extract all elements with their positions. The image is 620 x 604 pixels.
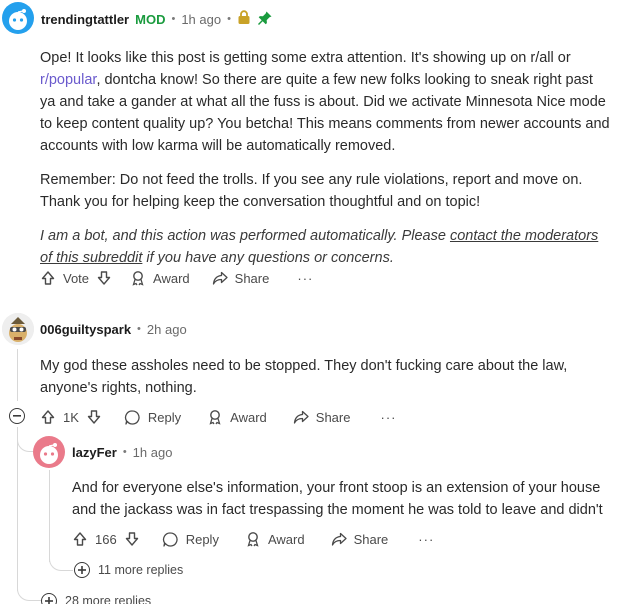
reply-icon <box>162 531 179 548</box>
upvote-icon[interactable] <box>40 409 56 425</box>
more-options-button[interactable]: ··· <box>297 271 313 286</box>
comment-body: And for everyone else's information, you… <box>72 477 612 533</box>
share-button[interactable]: Share <box>331 531 389 547</box>
comment-paragraph: Remember: Do not feed the trolls. If you… <box>40 172 583 210</box>
separator: • <box>137 323 141 335</box>
comment-actions: 1K Reply Award Share ··· <box>40 405 396 429</box>
upvote-icon[interactable] <box>72 531 88 547</box>
vote-count: 166 <box>95 531 117 547</box>
comment-actions: Vote Award Share ··· <box>40 266 313 290</box>
collapse-icon[interactable] <box>9 408 25 424</box>
comment-paragraph: Ope! It looks like this post is getting … <box>40 50 610 154</box>
thread-connector <box>17 436 33 452</box>
more-replies-label: 11 more replies <box>98 563 184 577</box>
thread-line[interactable] <box>17 349 18 401</box>
timestamp[interactable]: 1h ago <box>181 12 221 27</box>
mod-badge: MOD <box>135 11 166 27</box>
award-label: Award <box>267 531 305 547</box>
comment-actions: 166 Reply Award Share ··· <box>72 527 434 551</box>
expand-icon <box>74 562 90 578</box>
share-label: Share <box>234 270 270 286</box>
reply-button[interactable]: Reply <box>162 531 219 548</box>
more-replies-label: 28 more replies <box>65 594 152 604</box>
share-button[interactable]: Share <box>212 270 270 286</box>
vote-group: 166 <box>72 531 140 547</box>
comment-paragraph: I am a bot, and this action was performe… <box>40 228 599 266</box>
author-name[interactable]: 006guiltyspark <box>40 322 131 337</box>
separator: • <box>227 13 231 25</box>
lock-icon <box>237 10 251 28</box>
vote-group: 1K <box>40 409 102 425</box>
reply-button[interactable]: Reply <box>124 409 181 426</box>
vote-label: Vote <box>63 270 90 286</box>
separator: • <box>171 13 176 25</box>
share-icon <box>331 531 347 547</box>
pin-icon <box>257 10 273 29</box>
subreddit-link[interactable]: r/popular <box>40 72 96 88</box>
share-label: Share <box>353 531 389 547</box>
reply-icon <box>124 409 141 426</box>
award-icon <box>207 409 223 425</box>
separator: • <box>122 446 127 458</box>
share-label: Share <box>315 409 351 425</box>
thread-line[interactable] <box>49 470 50 562</box>
expand-icon <box>41 593 57 604</box>
downvote-icon[interactable] <box>124 531 140 547</box>
downvote-icon[interactable] <box>96 270 112 286</box>
comment-header: lazyFer • 1h ago <box>72 442 172 462</box>
author-name[interactable]: lazyFer <box>72 445 117 460</box>
award-button[interactable]: Award <box>245 531 305 547</box>
thread-line[interactable] <box>17 427 18 591</box>
share-icon <box>293 409 309 425</box>
comment-paragraph: My god these assholes need to be stopped… <box>40 358 568 396</box>
share-button[interactable]: Share <box>293 409 351 425</box>
comment-header: 006guiltyspark • 2h ago <box>40 319 187 339</box>
upvote-icon[interactable] <box>40 270 56 286</box>
thread-connector <box>49 555 73 571</box>
vote-count: 1K <box>63 409 79 425</box>
avatar[interactable] <box>2 2 34 34</box>
downvote-icon[interactable] <box>86 409 102 425</box>
reply-label: Reply <box>185 531 219 547</box>
comment-body: Ope! It looks like this post is getting … <box>40 47 610 281</box>
avatar[interactable] <box>33 436 65 468</box>
timestamp[interactable]: 2h ago <box>147 322 187 337</box>
avatar[interactable] <box>2 313 34 345</box>
author-name[interactable]: trendingtattler <box>41 12 129 27</box>
vote-group: Vote <box>40 270 112 286</box>
more-replies-button[interactable]: 11 more replies <box>74 562 183 578</box>
more-options-button[interactable]: ··· <box>380 410 396 425</box>
reply-label: Reply <box>147 409 182 425</box>
comment-header: trendingtattler MOD • 1h ago • <box>41 9 273 29</box>
award-button[interactable]: Award <box>207 409 267 425</box>
award-icon <box>130 270 146 286</box>
award-button[interactable]: Award <box>130 270 190 286</box>
award-icon <box>245 531 261 547</box>
comment-paragraph: And for everyone else's information, you… <box>72 480 603 518</box>
more-replies-button[interactable]: 28 more replies <box>41 593 151 604</box>
thread-connector <box>17 585 41 601</box>
more-options-button[interactable]: ··· <box>418 532 434 547</box>
timestamp[interactable]: 1h ago <box>133 445 173 460</box>
award-label: Award <box>153 270 190 286</box>
comment-body: My god these assholes need to be stopped… <box>40 355 612 411</box>
award-label: Award <box>230 409 267 425</box>
share-icon <box>212 270 228 286</box>
